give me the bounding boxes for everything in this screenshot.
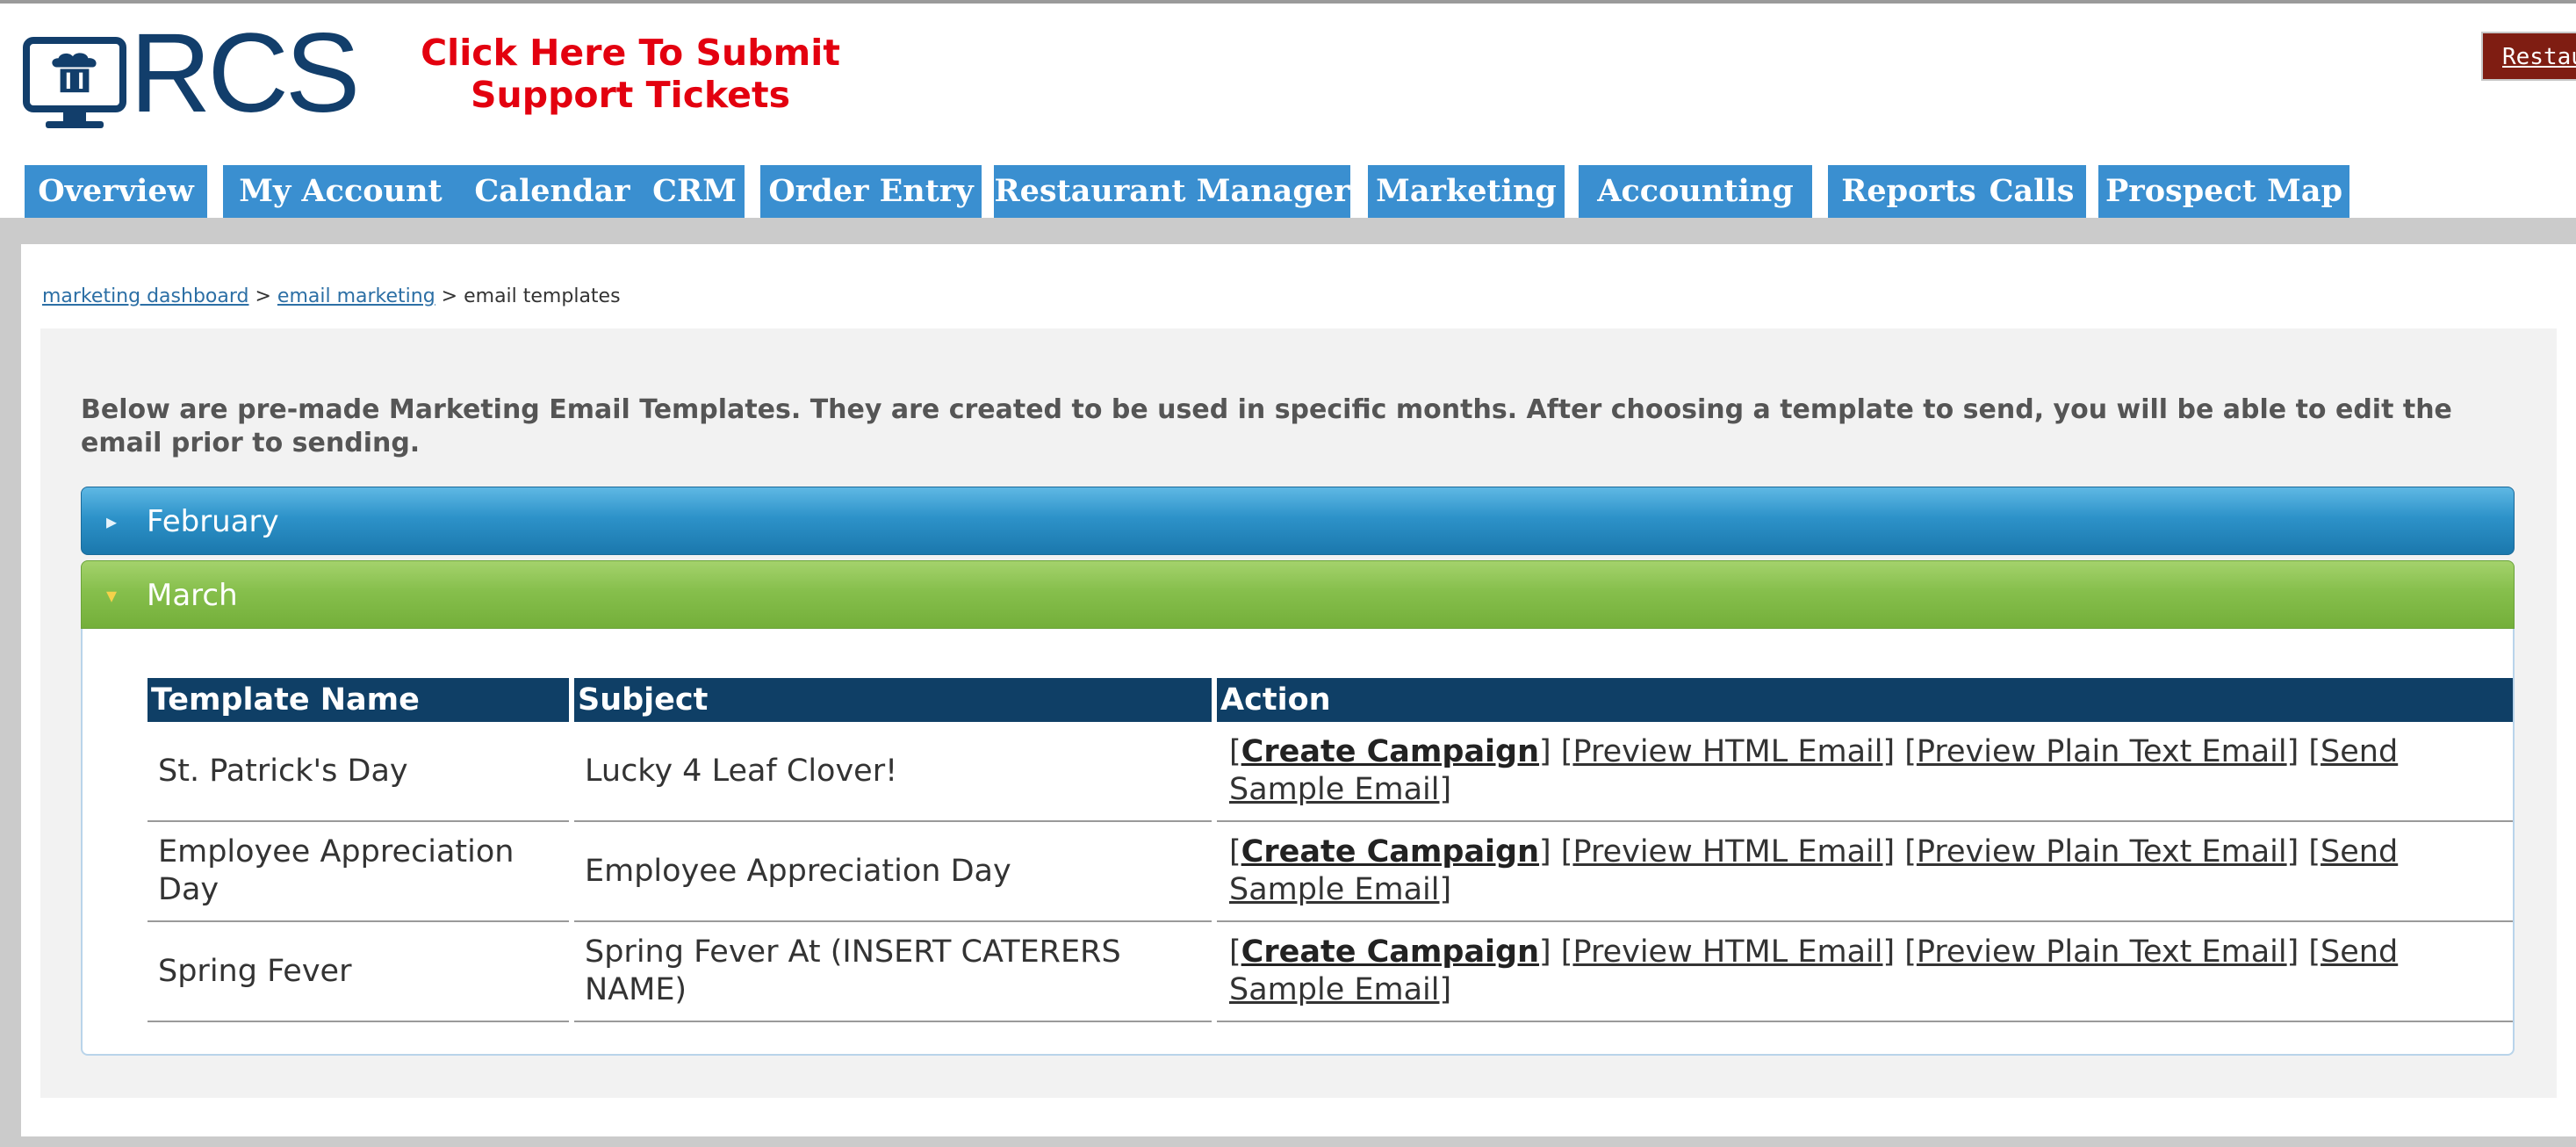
table-row: Spring Fever Spring Fever At (INSERT CAT… [148, 922, 2513, 1022]
triangle-down-icon: ▾ [106, 583, 118, 608]
template-actions: [Create Campaign] [Preview HTML Email] [… [1217, 722, 2513, 822]
template-subject: Employee Appreciation Day [574, 822, 1212, 922]
breadcrumb-separator: > [255, 285, 271, 307]
template-actions: [Create Campaign] [Preview HTML Email] [… [1217, 822, 2513, 922]
template-subject: Lucky 4 Leaf Clover! [574, 722, 1212, 822]
monitor-stand [63, 112, 86, 121]
tab-order-entry[interactable]: Order Entry [760, 165, 982, 218]
template-name: St. Patrick's Day [148, 722, 569, 822]
preview-html-link[interactable]: Preview HTML Email [1572, 834, 1882, 869]
tab-overview[interactable]: Overview [25, 165, 207, 218]
breadcrumb-marketing-dashboard[interactable]: marketing dashboard [42, 285, 248, 307]
template-name: Spring Fever [148, 922, 569, 1022]
preview-plain-text-link[interactable]: Preview Plain Text Email [1917, 934, 2287, 970]
preview-html-link[interactable]: Preview HTML Email [1572, 734, 1882, 769]
accordion-february[interactable]: ▸ February [81, 487, 2515, 555]
templates-table: Template Name Subject Action St. Patrick… [142, 678, 2518, 1022]
tab-reports[interactable]: Reports [1828, 165, 1990, 218]
accordion-label: February [147, 504, 279, 539]
restaurant-manager-button-label: Restaurant Manager [2502, 44, 2576, 70]
tab-prospect-map[interactable]: Prospect Map [2098, 165, 2349, 218]
logo-text: RCS [130, 11, 360, 136]
preview-html-link[interactable]: Preview HTML Email [1572, 934, 1882, 970]
triangle-right-icon: ▸ [106, 509, 118, 534]
breadcrumb-email-marketing[interactable]: email marketing [277, 285, 435, 307]
tab-accounting[interactable]: Accounting [1579, 165, 1812, 218]
tab-marketing[interactable]: Marketing [1368, 165, 1565, 218]
tab-calendar[interactable]: Calendar [456, 165, 649, 218]
template-name: Employee Appreciation Day [148, 822, 569, 922]
monitor-base [46, 121, 104, 128]
table-row: Employee Appreciation Day Employee Appre… [148, 822, 2513, 922]
template-subject: Spring Fever At (INSERT CATERERS NAME) [574, 922, 1212, 1022]
tab-calls[interactable]: Calls [1977, 165, 2086, 218]
preview-plain-text-link[interactable]: Preview Plain Text Email [1917, 734, 2287, 769]
support-tickets-link[interactable]: Click Here To Submit Support Tickets [411, 32, 850, 116]
create-campaign-link[interactable]: Create Campaign [1241, 734, 1539, 769]
create-campaign-link[interactable]: Create Campaign [1241, 934, 1539, 970]
header-template-name: Template Name [148, 678, 569, 722]
tab-crm[interactable]: CRM [644, 165, 745, 218]
header-action: Action [1217, 678, 2513, 722]
restaurant-manager-button[interactable]: Restaurant Manager [2481, 32, 2576, 81]
template-actions: [Create Campaign] [Preview HTML Email] [… [1217, 922, 2513, 1022]
top-border [0, 0, 2576, 4]
tab-my-account[interactable]: My Account [223, 165, 458, 218]
intro-text: Below are pre-made Marketing Email Templ… [81, 394, 2452, 458]
table-header-row: Template Name Subject Action [148, 678, 2513, 722]
preview-plain-text-link[interactable]: Preview Plain Text Email [1917, 834, 2287, 869]
header-subject: Subject [574, 678, 1212, 722]
breadcrumb: marketing dashboard > email marketing > … [42, 285, 621, 309]
breadcrumb-separator: > [441, 285, 458, 307]
table-row: St. Patrick's Day Lucky 4 Leaf Clover! [… [148, 722, 2513, 822]
accordion-label: March [147, 578, 238, 613]
create-campaign-link[interactable]: Create Campaign [1241, 834, 1539, 869]
accordion-march[interactable]: ▾ March [81, 560, 2515, 629]
tab-restaurant-manager[interactable]: Restaurant Manager [994, 165, 1350, 218]
breadcrumb-current: email templates [464, 285, 621, 307]
rcs-logo[interactable]: RCS [23, 18, 360, 130]
chef-monitor-icon [23, 37, 126, 112]
